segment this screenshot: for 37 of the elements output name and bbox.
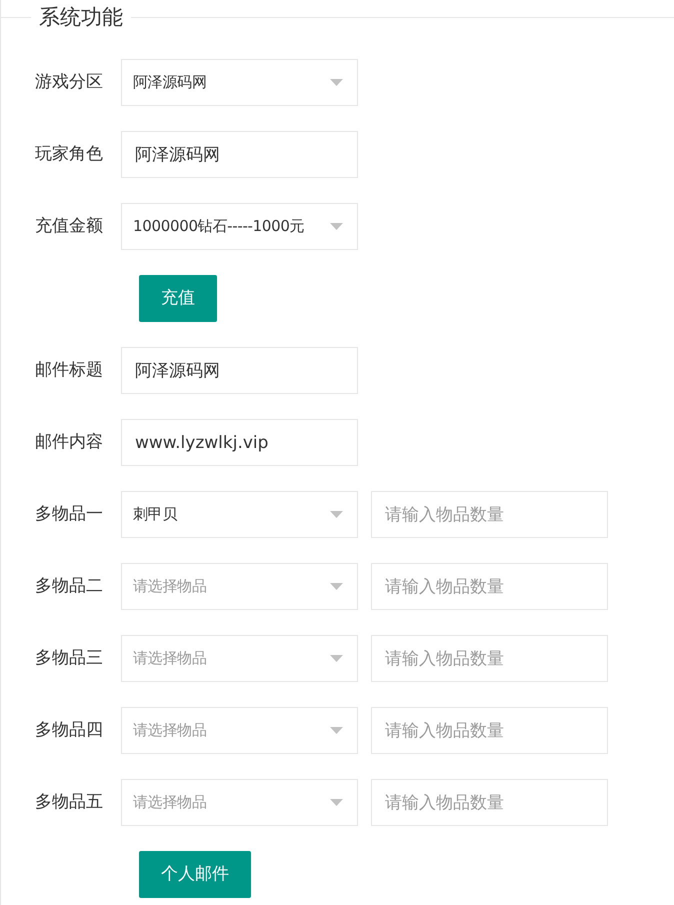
field-label: 邮件内容 — [34, 430, 104, 454]
select-placeholder: 请选择物品 — [133, 576, 207, 598]
field-label: 多物品一 — [34, 502, 104, 526]
field-label: 多物品五 — [34, 790, 104, 814]
select-field[interactable]: 刺甲贝 — [121, 491, 358, 538]
select-value: 刺甲贝 — [133, 504, 178, 526]
caret-icon — [330, 511, 343, 518]
field-label: 邮件标题 — [34, 358, 104, 382]
input-field[interactable]: www.lyzwlkj.vip — [121, 419, 358, 466]
select-field[interactable]: 阿泽源码网 — [121, 59, 358, 106]
select-placeholder: 请选择物品 — [133, 648, 207, 670]
field-label: 多物品四 — [34, 718, 104, 742]
submit-button[interactable]: 个人邮件 — [139, 851, 251, 898]
caret-icon — [330, 223, 343, 230]
input-field[interactable]: 请输入物品数量 — [371, 563, 608, 610]
select-value: 1000000钻石-----1000元 — [133, 216, 304, 238]
input-field[interactable]: 请输入物品数量 — [371, 635, 608, 682]
submit-button[interactable]: 充值 — [139, 275, 217, 322]
select-placeholder: 请选择物品 — [133, 792, 207, 814]
caret-icon — [330, 727, 343, 734]
caret-icon — [330, 583, 343, 590]
field-label: 玩家角色 — [34, 142, 104, 166]
field-label: 多物品三 — [34, 646, 104, 670]
field-label: 游戏分区 — [34, 70, 104, 94]
input-field[interactable]: 请输入物品数量 — [371, 707, 608, 754]
caret-icon — [330, 79, 343, 86]
input-field[interactable]: 请输入物品数量 — [371, 779, 608, 826]
field-label: 充值金额 — [34, 214, 104, 238]
caret-icon — [330, 799, 343, 806]
input-field[interactable]: 阿泽源码网 — [121, 347, 358, 394]
field-label: 多物品二 — [34, 574, 104, 598]
caret-icon — [330, 655, 343, 662]
select-value: 阿泽源码网 — [133, 72, 207, 94]
select-placeholder: 请选择物品 — [133, 720, 207, 742]
input-field[interactable]: 阿泽源码网 — [121, 131, 358, 178]
select-field[interactable]: 1000000钻石-----1000元 — [121, 203, 358, 250]
input-field[interactable]: 请输入物品数量 — [371, 491, 608, 538]
